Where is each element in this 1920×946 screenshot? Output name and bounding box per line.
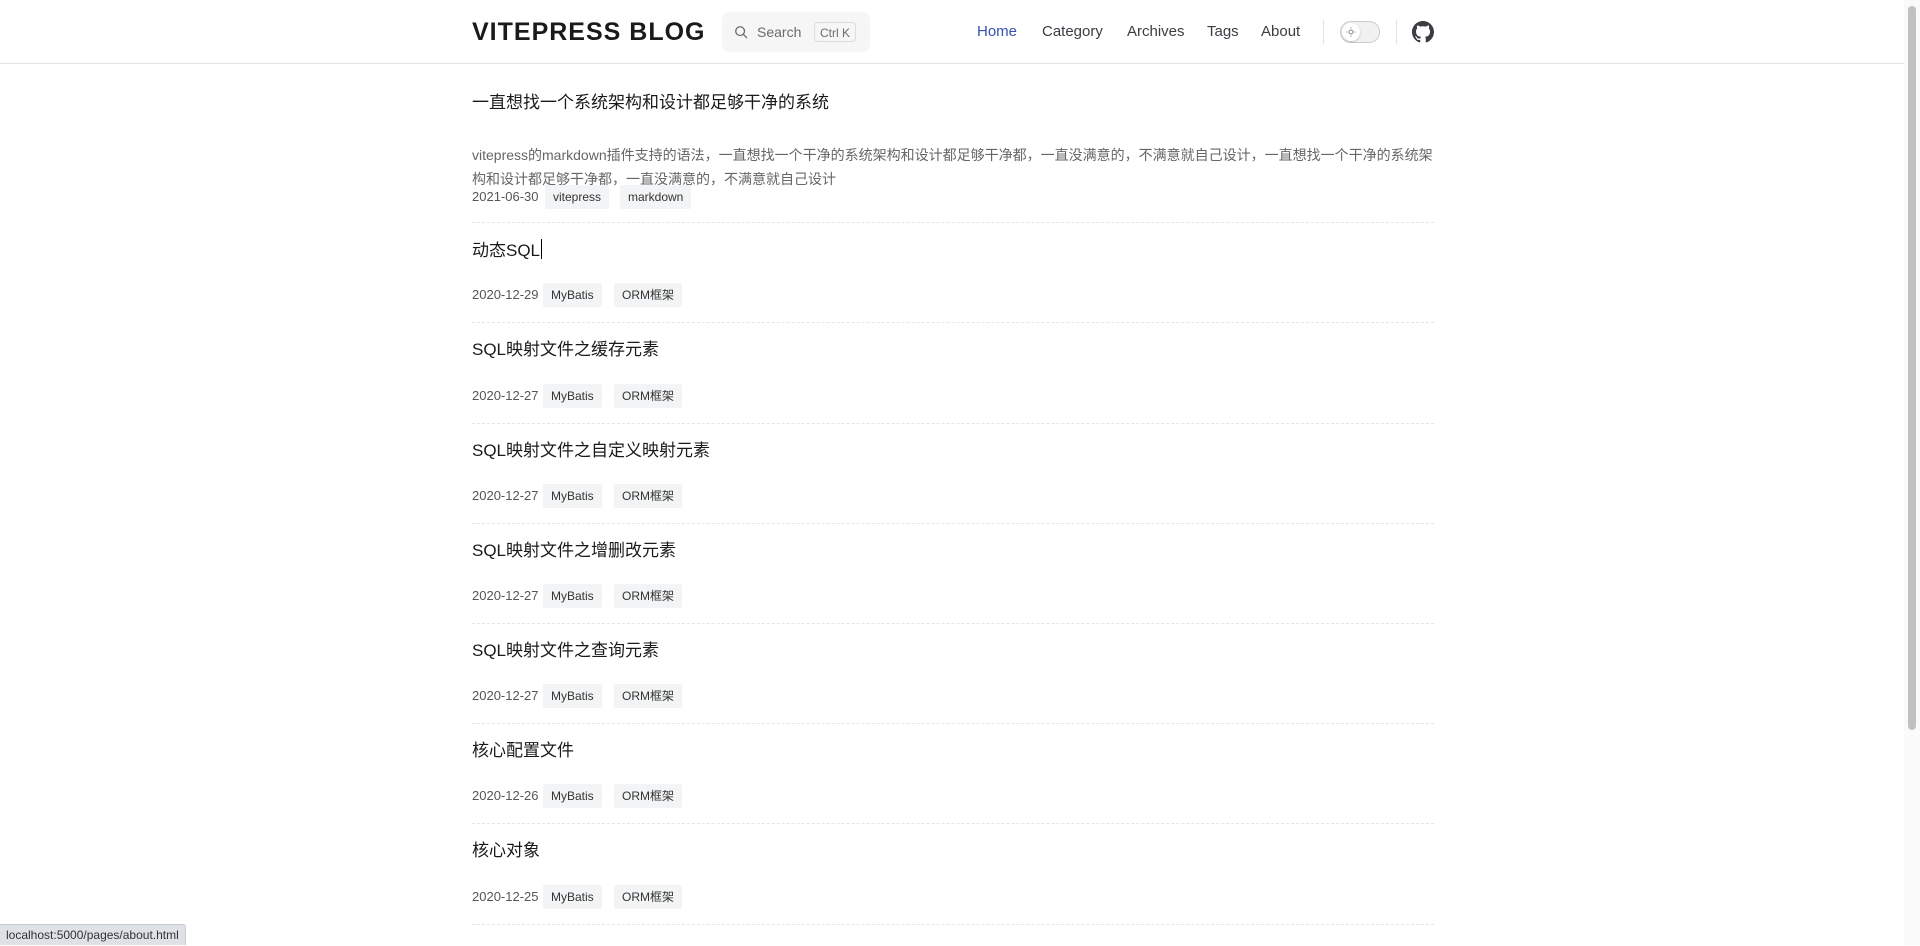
post-item: SQL映射文件之自定义映射元素 2020-12-27 MyBatis ORM框架	[472, 423, 1434, 524]
text-cursor	[541, 239, 543, 259]
nav-divider	[1323, 20, 1324, 44]
post-tag[interactable]: ORM框架	[614, 784, 682, 808]
post-date: 2020-12-27	[472, 488, 539, 503]
post-date: 2020-12-27	[472, 588, 539, 603]
post-excerpt: vitepress的markdown插件支持的语法，一直想找一个干净的系统架构和…	[472, 147, 1433, 187]
post-tag[interactable]: ORM框架	[614, 684, 682, 708]
post-tag[interactable]: ORM框架	[614, 885, 682, 909]
toggle-knob	[1342, 23, 1360, 41]
post-date: 2021-06-30	[472, 189, 539, 204]
nav-divider	[1396, 20, 1397, 44]
post-item: 动态SQL 2020-12-29 MyBatis ORM框架	[472, 222, 1434, 323]
post-tag[interactable]: vitepress	[545, 185, 610, 209]
nav-tags[interactable]: Tags	[1207, 22, 1239, 42]
post-item: SQL映射文件之缓存元素 2020-12-27 MyBatis ORM框架	[472, 322, 1434, 424]
post-tag[interactable]: MyBatis	[543, 784, 602, 808]
search-button[interactable]: Search Ctrl K	[722, 12, 870, 52]
post-title[interactable]: SQL映射文件之缓存元素	[472, 339, 659, 361]
site-logo[interactable]: VITEPRESS BLOG	[472, 16, 705, 48]
post-date: 2020-12-29	[472, 287, 539, 302]
post-date: 2020-12-27	[472, 388, 539, 403]
post-tag[interactable]: ORM框架	[614, 484, 682, 508]
github-icon[interactable]	[1412, 21, 1434, 43]
post-item: 核心对象 2020-12-25 MyBatis ORM框架	[472, 823, 1434, 925]
search-icon	[735, 26, 748, 39]
post-title[interactable]: SQL映射文件之查询元素	[472, 640, 659, 662]
search-label: Search	[757, 24, 802, 40]
post-title[interactable]: SQL映射文件之自定义映射元素	[472, 440, 710, 462]
post-date: 2020-12-27	[472, 688, 539, 703]
status-bar-url: localhost:5000/pages/about.html	[0, 924, 186, 945]
post-tag[interactable]: MyBatis	[543, 885, 602, 909]
search-shortcut: Ctrl K	[814, 22, 856, 42]
post-tag[interactable]: ORM框架	[614, 283, 682, 307]
nav-category[interactable]: Category	[1042, 22, 1103, 42]
post-tag[interactable]: MyBatis	[543, 384, 602, 408]
post-title[interactable]: SQL映射文件之增删改元素	[472, 540, 676, 562]
nav-home[interactable]: Home	[977, 22, 1017, 42]
nav-archives[interactable]: Archives	[1127, 22, 1185, 42]
post-tag[interactable]: MyBatis	[543, 283, 602, 307]
post-item: SQL映射文件之查询元素 2020-12-27 MyBatis ORM框架	[472, 623, 1434, 724]
post-tag[interactable]: MyBatis	[543, 584, 602, 608]
post-item: 一直想找一个系统架构和设计都足够干净的系统 vitepress的markdown…	[472, 90, 1434, 223]
scrollbar-thumb[interactable]	[1908, 6, 1916, 730]
navbar: VITEPRESS BLOG Search Ctrl K Home Catego…	[0, 0, 1904, 64]
nav-about[interactable]: About	[1261, 22, 1300, 42]
post-tag[interactable]: MyBatis	[543, 484, 602, 508]
post-tag[interactable]: markdown	[620, 185, 692, 209]
post-item: SQL映射文件之增删改元素 2020-12-27 MyBatis ORM框架	[472, 523, 1434, 624]
post-title[interactable]: 核心配置文件	[472, 740, 574, 762]
sun-icon	[1346, 27, 1356, 37]
post-date: 2020-12-25	[472, 889, 539, 904]
post-title[interactable]: 一直想找一个系统架构和设计都足够干净的系统	[472, 92, 829, 114]
post-item: 核心配置文件 2020-12-26 MyBatis ORM框架	[472, 723, 1434, 824]
post-tag[interactable]: ORM框架	[614, 584, 682, 608]
post-tag[interactable]: MyBatis	[543, 684, 602, 708]
post-title[interactable]: 核心对象	[472, 840, 540, 862]
theme-toggle[interactable]	[1340, 21, 1380, 43]
post-date: 2020-12-26	[472, 788, 539, 803]
post-tag[interactable]: ORM框架	[614, 384, 682, 408]
post-title[interactable]: 动态SQL	[472, 239, 543, 262]
